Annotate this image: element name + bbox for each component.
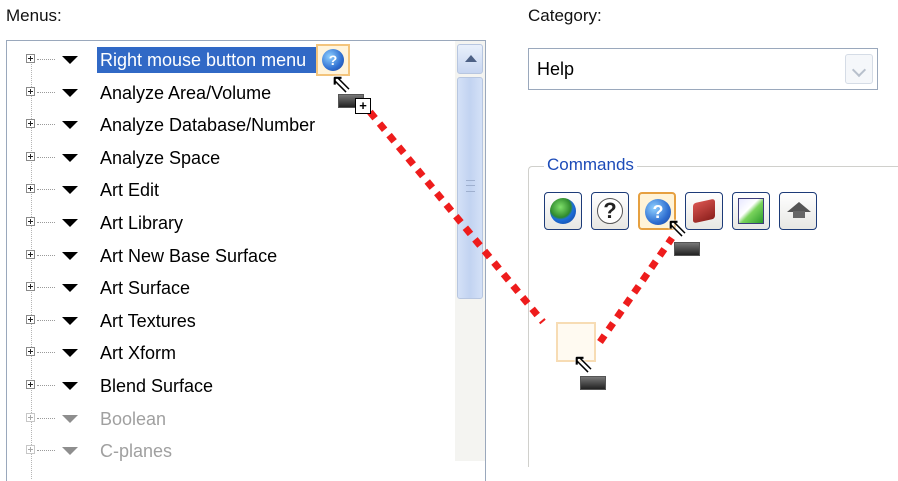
- drag-path-line: [597, 236, 675, 344]
- drag-path-line: [367, 109, 546, 325]
- drag-box-icon: [674, 242, 700, 256]
- copy-plus-icon: +: [355, 98, 371, 114]
- drag-cursor-icon: ⇖: [666, 212, 688, 242]
- drop-cursor-icon: ⇖: [572, 348, 594, 378]
- drag-path: [367, 109, 675, 344]
- drag-box-icon: [580, 376, 606, 390]
- drag-cursor-icon: ⇖: [330, 68, 352, 98]
